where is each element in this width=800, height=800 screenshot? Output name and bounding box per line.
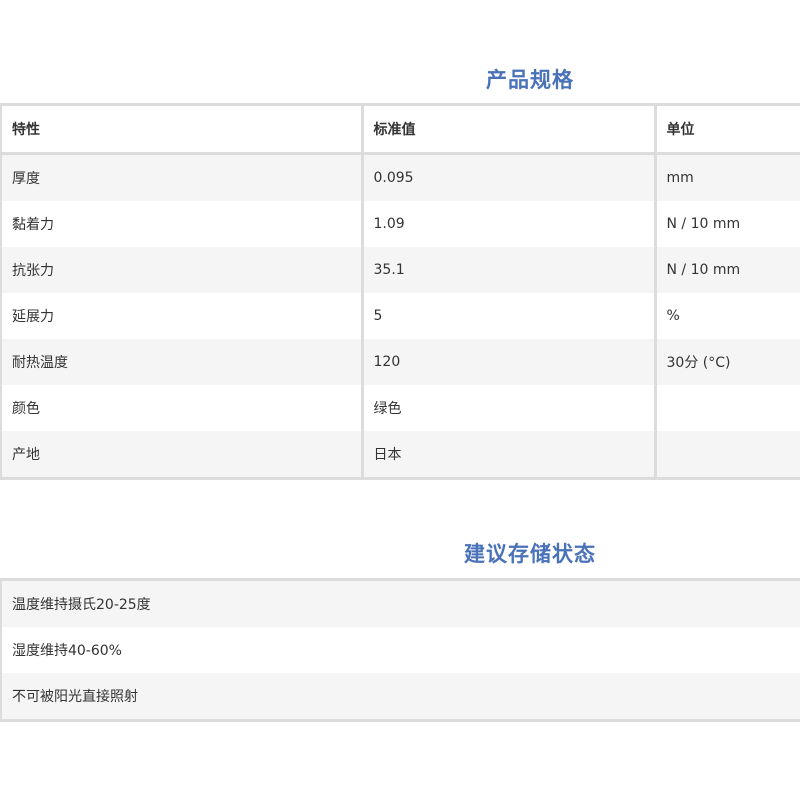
- cell-value: 5: [360, 293, 655, 339]
- list-item: 不可被阳光直接照射: [1, 673, 800, 721]
- spec-section-title: 产品规格: [486, 68, 574, 92]
- list-item: 湿度维持40-60%: [1, 627, 800, 673]
- table-row: 延展力 5 %: [1, 293, 800, 339]
- storage-item-text: 温度维持摄氏20-25度: [1, 579, 800, 627]
- cell-property: 颜色: [1, 385, 362, 431]
- storage-item-text: 不可被阳光直接照射: [1, 673, 800, 721]
- cell-unit: [653, 385, 800, 431]
- page: 产品规格 特性 标准值 单位 厚度 0.095 mm 黏着力 1.09 N / …: [0, 0, 800, 800]
- cell-value: 120: [360, 339, 655, 385]
- table-row: 耐热温度 120 30分 (°C): [1, 339, 800, 385]
- cell-property: 抗张力: [1, 247, 362, 293]
- cell-value: 日本: [360, 431, 655, 479]
- cell-value: 1.09: [360, 201, 655, 247]
- table-row: 抗张力 35.1 N / 10 mm: [1, 247, 800, 293]
- spec-header-row: 特性 标准值 单位: [1, 104, 800, 155]
- storage-section-title: 建议存储状态: [464, 542, 596, 566]
- cell-unit: N / 10 mm: [653, 247, 800, 293]
- cell-unit: mm: [653, 153, 800, 201]
- table-row: 厚度 0.095 mm: [1, 153, 800, 201]
- table-row: 颜色 绿色: [1, 385, 800, 431]
- cell-value: 绿色: [360, 385, 655, 431]
- header-property: 特性: [1, 104, 362, 155]
- cell-unit: 30分 (°C): [653, 339, 800, 385]
- table-row: 产地 日本: [1, 431, 800, 479]
- table-row: 黏着力 1.09 N / 10 mm: [1, 201, 800, 247]
- cell-unit: N / 10 mm: [653, 201, 800, 247]
- storage-item-text: 湿度维持40-60%: [1, 627, 800, 673]
- cell-unit: %: [653, 293, 800, 339]
- cell-value: 35.1: [360, 247, 655, 293]
- cell-unit: [653, 431, 800, 479]
- spec-table: 特性 标准值 单位 厚度 0.095 mm 黏着力 1.09 N / 10 mm…: [0, 103, 800, 480]
- header-standard-value: 标准值: [360, 104, 655, 155]
- cell-property: 延展力: [1, 293, 362, 339]
- cell-property: 耐热温度: [1, 339, 362, 385]
- storage-table: 温度维持摄氏20-25度 湿度维持40-60% 不可被阳光直接照射: [0, 578, 800, 722]
- cell-property: 产地: [1, 431, 362, 479]
- list-item: 温度维持摄氏20-25度: [1, 579, 800, 627]
- cell-property: 黏着力: [1, 201, 362, 247]
- cell-value: 0.095: [360, 153, 655, 201]
- header-unit: 单位: [653, 104, 800, 155]
- cell-property: 厚度: [1, 153, 362, 201]
